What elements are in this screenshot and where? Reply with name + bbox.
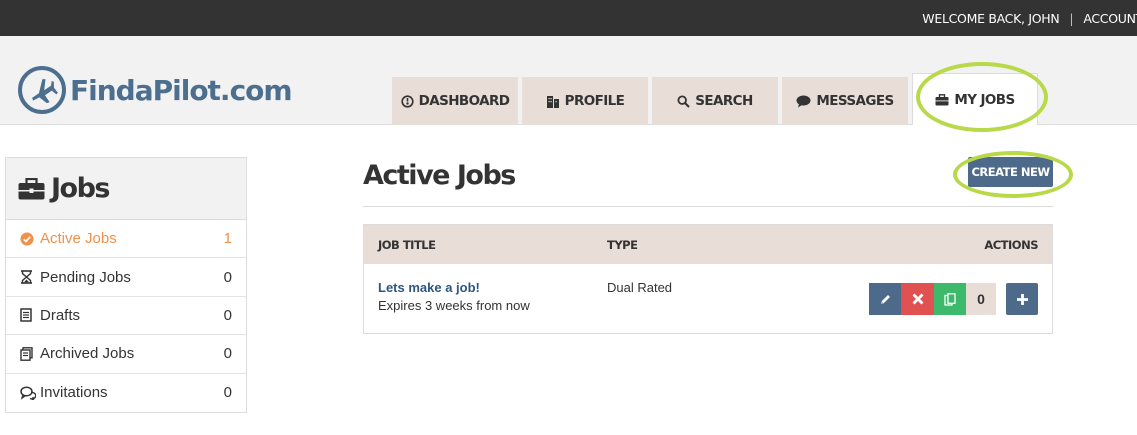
tab-dashboard[interactable]: DASHBOARD [392,77,518,125]
sidebar-item-label: Archived Jobs [40,345,135,363]
table-header: JOB TITLE TYPE ACTIONS [364,225,1052,264]
sidebar-item-label: Invitations [40,384,108,402]
column-header-type: TYPE [607,237,638,252]
comments-icon [20,386,38,400]
job-type: Dual Rated [607,280,673,295]
topbar-separator: | [1069,10,1074,26]
sidebar-item-count: 0 [223,268,232,286]
site-header: FindaPilot.com DASHBOARD PROFILE SEARCH … [0,36,1137,125]
sidebar-item-count: 0 [223,306,232,324]
hourglass-icon [20,270,38,284]
applicant-count-badge: 0 [966,283,996,315]
title-divider [363,206,1053,207]
tab-search[interactable]: SEARCH [652,77,778,125]
welcome-text: WELCOME BACK, JOHN [922,10,1060,26]
logo-text: FindaPilot.com [70,73,293,107]
building-icon [546,95,560,108]
jobs-sidebar: Jobs Active Jobs 1 Pending Jobs 0 Drafts… [5,157,247,413]
x-icon [912,293,924,305]
archive-icon [20,346,38,361]
briefcase-icon [935,93,949,106]
tab-my-jobs[interactable]: MY JOBS [912,73,1038,125]
create-new-button[interactable]: CREATE NEW [968,157,1053,187]
sidebar-item-label: Drafts [40,306,81,324]
search-icon [677,94,691,108]
pencil-icon [879,293,892,306]
plus-icon [1016,293,1029,306]
duplicate-job-button[interactable] [934,283,966,315]
job-title-link[interactable]: Lets make a job! [378,280,480,295]
tab-label: MY JOBS [954,91,1015,108]
check-circle-icon [20,232,38,246]
copy-icon [944,292,956,306]
page-title: Active Jobs [363,160,516,191]
sidebar-item-label: Active Jobs [40,230,117,248]
sidebar-item-archived-jobs[interactable]: Archived Jobs 0 [6,335,246,374]
edit-job-button[interactable] [869,283,901,315]
sidebar-item-pending-jobs[interactable]: Pending Jobs 0 [6,258,246,297]
tab-label: PROFILE [564,93,625,109]
sidebar-item-count: 0 [223,345,232,363]
delete-job-button[interactable] [901,283,934,315]
sidebar-header: Jobs [6,158,246,220]
tab-label: SEARCH [695,93,753,109]
sidebar-item-label: Pending Jobs [40,268,131,286]
sidebar-title: Jobs [51,173,111,204]
account-link[interactable]: ACCOUNT [1083,11,1137,26]
active-jobs-table: JOB TITLE TYPE ACTIONS Lets make a job! … [363,224,1053,334]
tab-messages[interactable]: MESSAGES [782,77,908,125]
job-expires-text: Expires 3 weeks from now [378,298,530,313]
document-icon [20,308,38,323]
add-button[interactable] [1006,283,1038,315]
top-bar: WELCOME BACK, JOHN | ACCOUNT [0,0,1137,36]
tab-profile[interactable]: PROFILE [522,77,648,125]
site-logo[interactable]: FindaPilot.com [18,66,293,114]
tab-label: DASHBOARD [418,93,510,109]
sidebar-item-count: 1 [223,230,232,248]
column-header-actions: ACTIONS [984,237,1038,252]
sidebar-item-invitations[interactable]: Invitations 0 [6,374,246,412]
briefcase-icon [18,177,45,200]
sidebar-item-active-jobs[interactable]: Active Jobs 1 [6,220,246,259]
dashboard-icon [401,94,414,108]
sidebar-item-drafts[interactable]: Drafts 0 [6,297,246,336]
sidebar-item-count: 0 [223,384,232,402]
airplane-icon [18,66,66,114]
tab-label: MESSAGES [816,93,894,109]
table-row: Lets make a job! Expires 3 weeks from no… [364,264,1052,333]
column-header-job-title: JOB TITLE [378,237,436,252]
chat-icon [796,95,811,108]
